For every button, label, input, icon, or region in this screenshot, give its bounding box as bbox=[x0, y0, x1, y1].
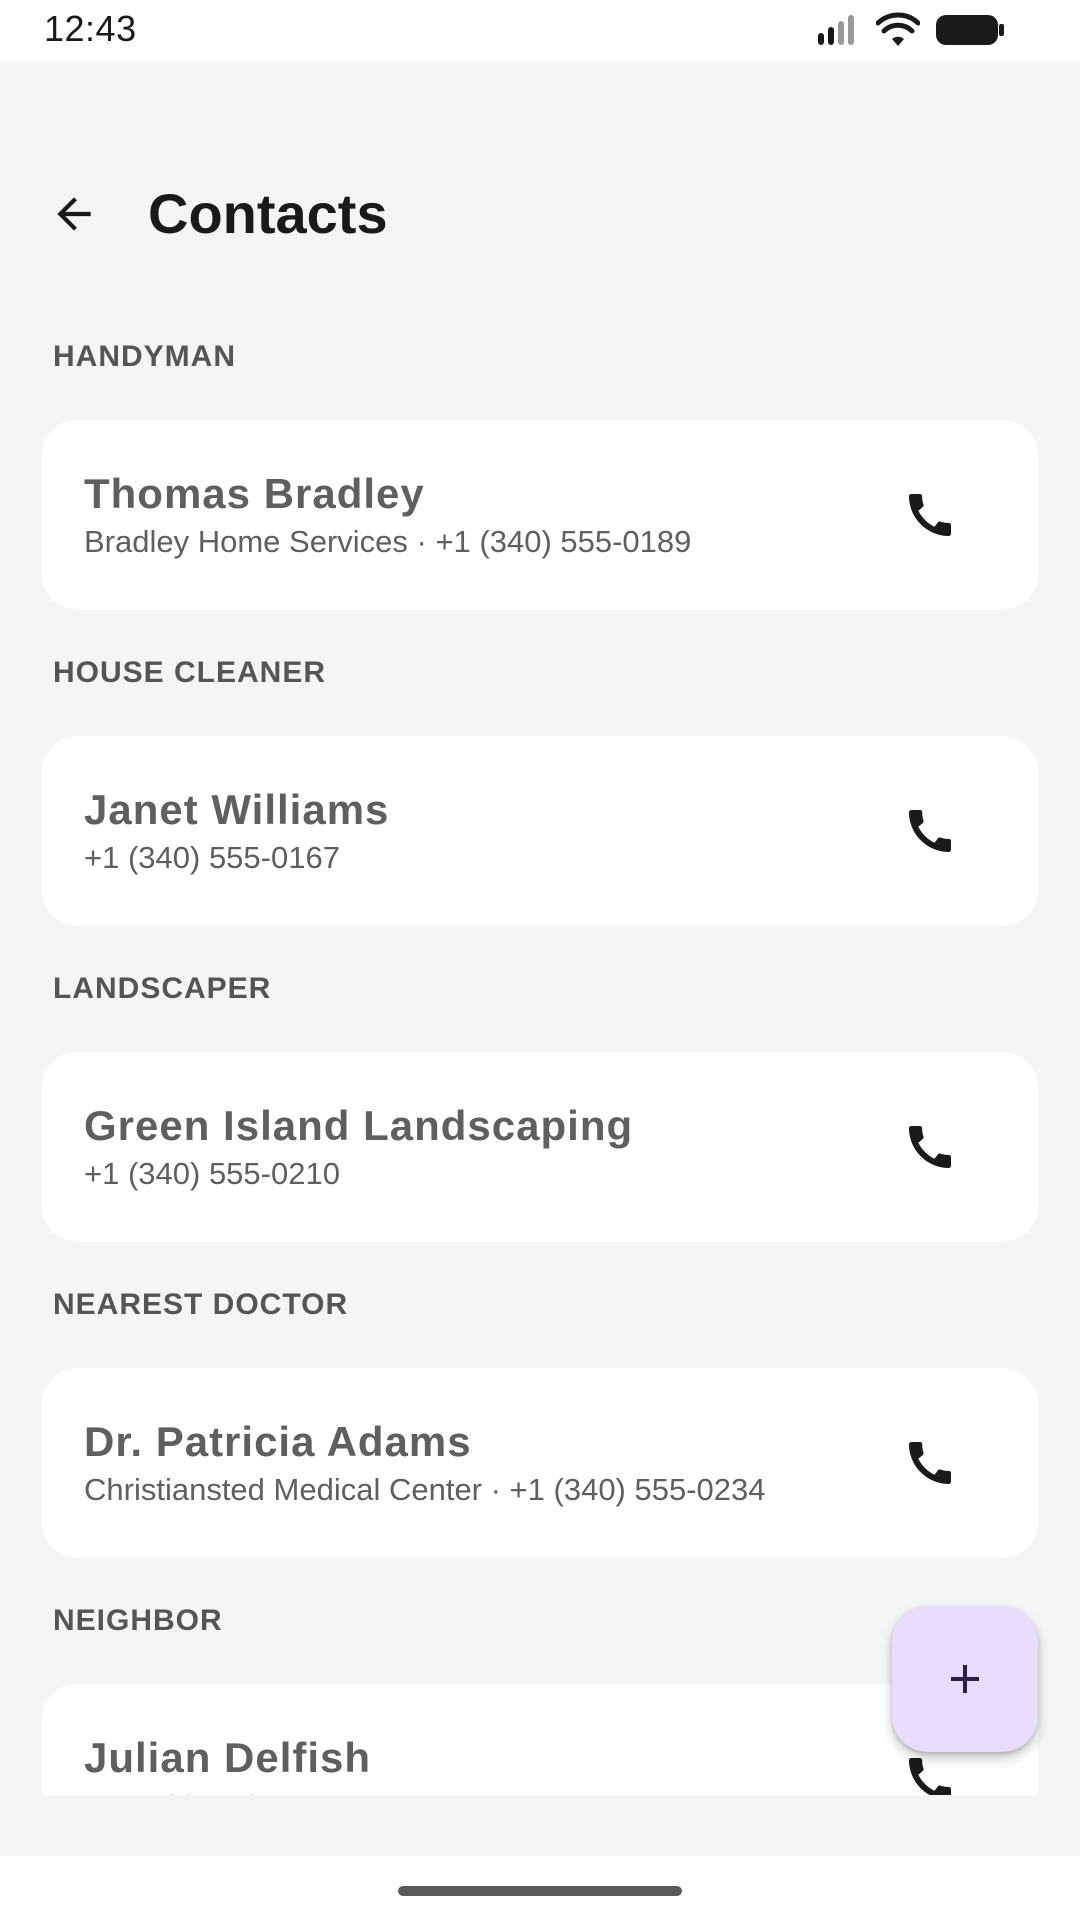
contact-detail: +1 (340) 555-0210 bbox=[84, 1156, 340, 1191]
contact-card[interactable]: Julian Delfish 555-123-4567 bbox=[42, 1684, 1038, 1795]
contact-name: Thomas Bradley bbox=[84, 470, 425, 517]
phone-icon bbox=[909, 1442, 951, 1484]
app-bar: Contacts bbox=[0, 150, 1080, 270]
call-button[interactable] bbox=[894, 479, 966, 551]
status-icons bbox=[816, 12, 1006, 48]
back-button[interactable] bbox=[38, 178, 110, 250]
plus-icon bbox=[951, 1665, 979, 1693]
contact-detail: Christiansted Medical Center · +1 (340) … bbox=[84, 1472, 766, 1507]
call-button[interactable] bbox=[894, 1111, 966, 1183]
arrow-back-icon bbox=[57, 197, 91, 231]
contact-name: Julian Delfish bbox=[84, 1734, 372, 1781]
section-header-house-cleaner: HOUSE CLEANER bbox=[53, 656, 327, 689]
contact-detail: Bradley Home Services · +1 (340) 555-018… bbox=[84, 524, 692, 559]
add-contact-button[interactable] bbox=[892, 1606, 1038, 1752]
page-title: Contacts bbox=[148, 182, 388, 245]
section-header-neighbor: NEIGHBOR bbox=[53, 1604, 223, 1637]
section-header-landscaper: LANDSCAPER bbox=[53, 972, 272, 1005]
call-button[interactable] bbox=[894, 795, 966, 867]
contact-name: Janet Williams bbox=[84, 786, 390, 833]
contact-card[interactable]: Green Island Landscaping +1 (340) 555-02… bbox=[42, 1052, 1038, 1242]
contact-name: Green Island Landscaping bbox=[84, 1102, 634, 1149]
section-header-handyman: HANDYMAN bbox=[53, 340, 236, 373]
phone-icon bbox=[909, 1126, 951, 1168]
contacts-list[interactable]: HANDYMAN Thomas Bradley Bradley Home Ser… bbox=[0, 270, 1080, 1795]
contact-detail: +1 (340) 555-0167 bbox=[84, 840, 340, 875]
phone-icon bbox=[909, 494, 951, 536]
status-time: 12:43 bbox=[44, 8, 137, 49]
contact-card[interactable]: Dr. Patricia Adams Christiansted Medical… bbox=[42, 1368, 1038, 1558]
battery-icon bbox=[936, 15, 1004, 45]
navigation-bar bbox=[0, 1856, 1080, 1920]
contact-name: Dr. Patricia Adams bbox=[84, 1418, 472, 1465]
home-indicator[interactable] bbox=[398, 1886, 682, 1896]
contact-card[interactable]: Janet Williams +1 (340) 555-0167 bbox=[42, 736, 1038, 926]
phone-icon bbox=[909, 1758, 951, 1795]
contact-detail: 555-123-4567 bbox=[84, 1788, 277, 1795]
call-button[interactable] bbox=[894, 1427, 966, 1499]
status-bar: 12:43 bbox=[0, 0, 1080, 62]
phone-icon bbox=[909, 810, 951, 852]
wifi-icon bbox=[876, 12, 920, 46]
signal-icon bbox=[818, 15, 854, 45]
section-header-nearest-doctor: NEAREST DOCTOR bbox=[53, 1288, 349, 1321]
contact-card[interactable]: Thomas Bradley Bradley Home Services · +… bbox=[42, 420, 1038, 610]
